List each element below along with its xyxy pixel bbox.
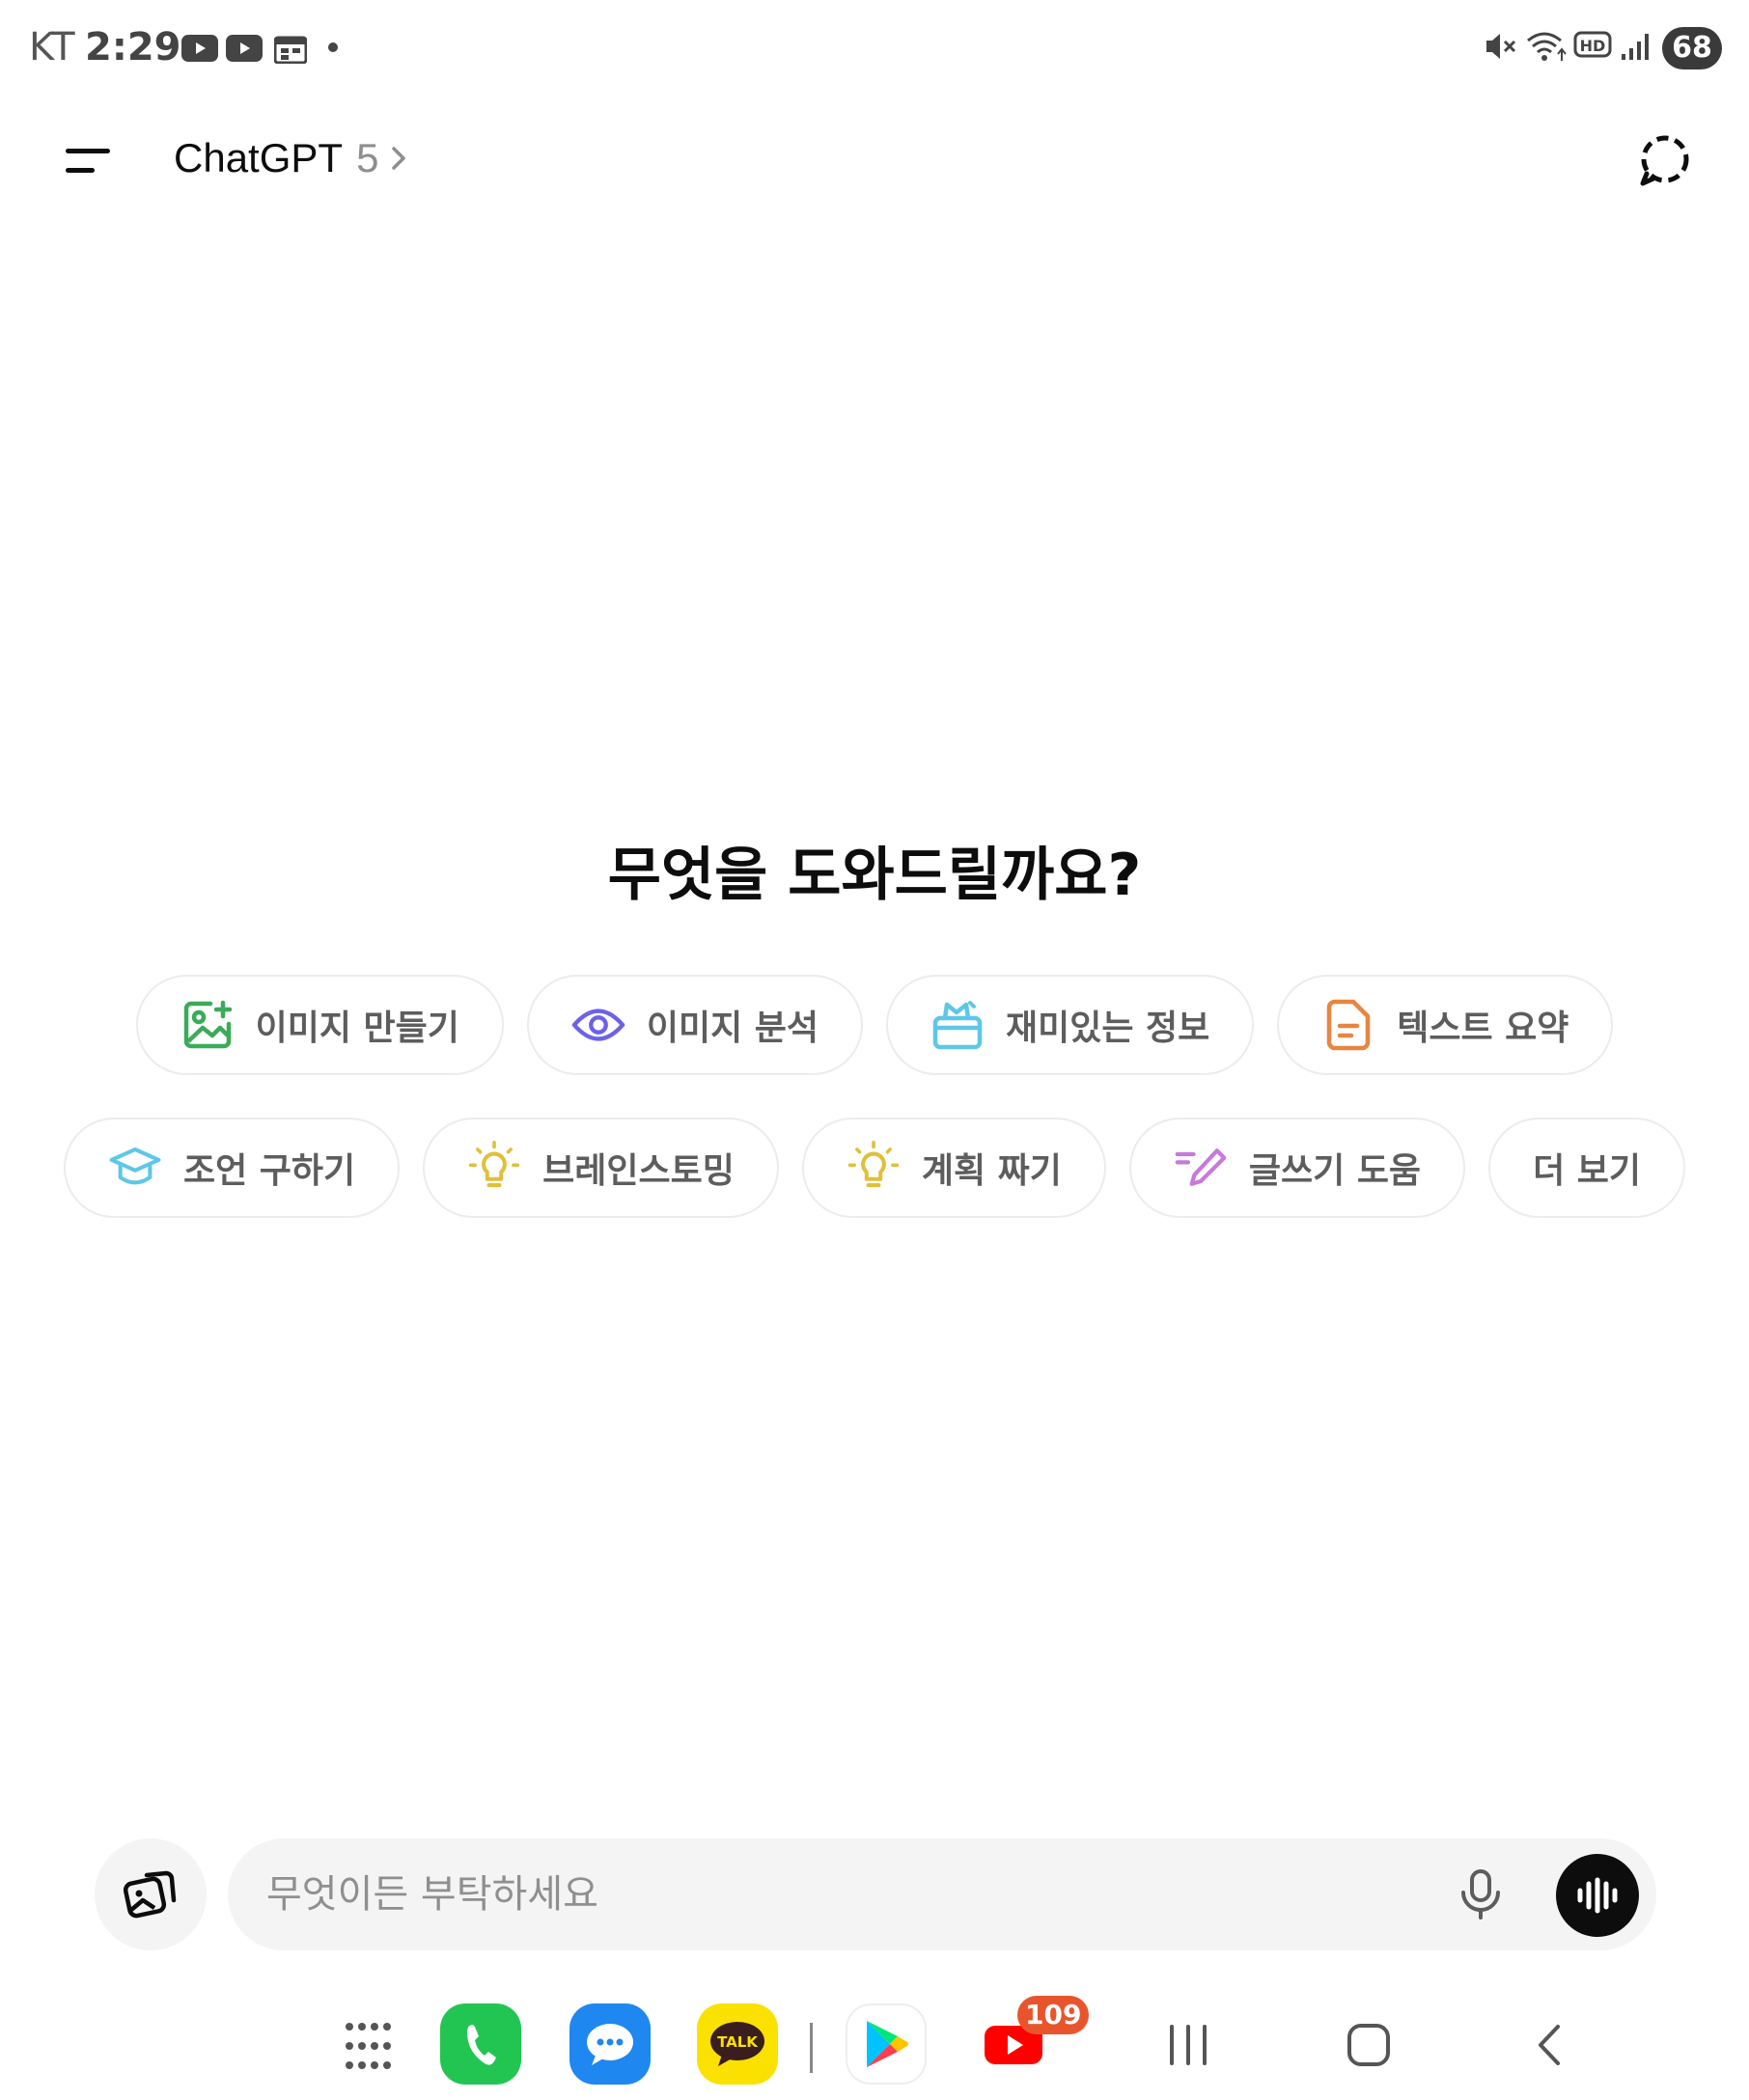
- eye-icon: [571, 998, 625, 1052]
- app-name: ChatGPT: [174, 135, 344, 180]
- chevron-right-icon: [392, 147, 406, 170]
- phone-app[interactable]: [440, 2003, 521, 2085]
- chip-brainstorm[interactable]: 브레인스토밍: [423, 1118, 779, 1218]
- chip-analyze-image[interactable]: 이미지 분석: [526, 975, 863, 1075]
- app-drawer-button[interactable]: [344, 2021, 394, 2075]
- image-create-icon: [180, 998, 235, 1052]
- chip-more[interactable]: 더 보기: [1488, 1118, 1685, 1218]
- lightbulb-icon: [847, 1141, 901, 1195]
- message-input[interactable]: [266, 1838, 1328, 1950]
- chip-label: 브레인스토밍: [542, 1151, 735, 1191]
- voice-mode-button[interactable]: [1556, 1854, 1639, 1937]
- hd-voice-icon: HD: [1573, 31, 1612, 58]
- signal-strength-icon: [1622, 34, 1649, 60]
- temporary-chat-icon[interactable]: [1637, 133, 1693, 189]
- youtube-app[interactable]: 109: [973, 1996, 1090, 2085]
- gift-box-icon: [930, 998, 985, 1052]
- home-icon: [1347, 2024, 1390, 2066]
- chatgpt-app-screen: KT 2:29 HD 68 ChatGPT 5 무엇을 도와드릴까요? 이미지 …: [0, 0, 1749, 2100]
- recent-apps-button[interactable]: [1164, 2021, 1212, 2073]
- kakaotalk-label: TALK: [717, 2033, 759, 2051]
- kakaotalk-icon: TALK: [697, 2003, 778, 2085]
- messages-icon: [569, 2003, 651, 2085]
- menu-line: [66, 168, 95, 173]
- play-store-icon: [846, 2003, 927, 2085]
- chip-create-image[interactable]: 이미지 만들기: [135, 975, 504, 1075]
- chip-label: 텍스트 요약: [1397, 1009, 1569, 1048]
- youtube-notification-badge: 109: [1017, 1996, 1090, 2034]
- mute-icon: [1486, 34, 1516, 59]
- clock-time: 2:29: [85, 25, 181, 69]
- messages-app[interactable]: [569, 2003, 651, 2085]
- app-grid-icon: [346, 2023, 391, 2069]
- chip-label: 더 보기: [1533, 1151, 1641, 1191]
- youtube-notification-icon: [226, 35, 263, 62]
- attach-photo-button[interactable]: [95, 1838, 207, 1950]
- model-selector[interactable]: ChatGPT 5: [174, 135, 409, 181]
- message-composer: [228, 1838, 1656, 1950]
- wifi-icon: [1527, 32, 1567, 61]
- chip-get-advice[interactable]: 조언 구하기: [64, 1118, 401, 1218]
- youtube-notification-icon: [181, 35, 218, 62]
- back-button[interactable]: [1531, 2021, 1569, 2073]
- navigation-dock: TALK 109: [0, 1996, 1749, 2094]
- dock-divider: [810, 2023, 813, 2073]
- menu-line: [66, 149, 110, 153]
- chip-label: 글쓰기 도움: [1248, 1151, 1422, 1191]
- chip-make-plan[interactable]: 계획 짜기: [801, 1118, 1106, 1218]
- document-icon: [1321, 998, 1375, 1052]
- battery-indicator: 68: [1662, 27, 1722, 69]
- suggestion-chips-row-2: 조언 구하기 브레인스토밍 계획 짜기 글쓰기 도움 더 보기: [0, 1118, 1749, 1218]
- svg-text:HD: HD: [1580, 37, 1606, 55]
- model-version: 5: [356, 135, 379, 180]
- photos-icon: [123, 1870, 177, 1919]
- graduation-cap-icon: [108, 1141, 162, 1195]
- chip-label: 조언 구하기: [183, 1151, 356, 1191]
- welcome-headline: 무엇을 도와드릴까요?: [607, 842, 1142, 909]
- recent-apps-icon: [1170, 2025, 1207, 2065]
- chip-label: 이미지 분석: [646, 1009, 819, 1048]
- phone-icon: [440, 2003, 521, 2085]
- chip-fun-facts[interactable]: 재미있는 정보: [886, 975, 1255, 1075]
- kakaotalk-app[interactable]: TALK: [697, 2003, 778, 2085]
- chip-summarize-text[interactable]: 텍스트 요약: [1277, 975, 1614, 1075]
- lightbulb-icon: [467, 1141, 521, 1195]
- calendar-notification-icon: [274, 36, 307, 64]
- back-chevron-icon: [1539, 2025, 1560, 2065]
- chip-label: 계획 짜기: [921, 1151, 1062, 1191]
- chip-writing-help[interactable]: 글쓰기 도움: [1128, 1118, 1466, 1218]
- voice-waveform-icon: [1577, 1877, 1618, 1914]
- pen-icon: [1174, 1141, 1228, 1195]
- sidebar-menu-button[interactable]: [60, 143, 118, 181]
- suggestion-chips-row-1: 이미지 만들기 이미지 분석 재미있는 정보 텍스트 요약: [0, 975, 1749, 1075]
- play-store-app[interactable]: [846, 2003, 927, 2085]
- chip-label: 재미있는 정보: [1006, 1009, 1210, 1048]
- chip-label: 이미지 만들기: [255, 1009, 459, 1048]
- home-button[interactable]: [1346, 2021, 1392, 2073]
- status-bar: KT 2:29 HD 68: [0, 0, 1749, 97]
- more-notifications-dot: [328, 42, 338, 52]
- carrier-label: KT: [29, 25, 75, 69]
- microphone-icon[interactable]: [1452, 1865, 1510, 1923]
